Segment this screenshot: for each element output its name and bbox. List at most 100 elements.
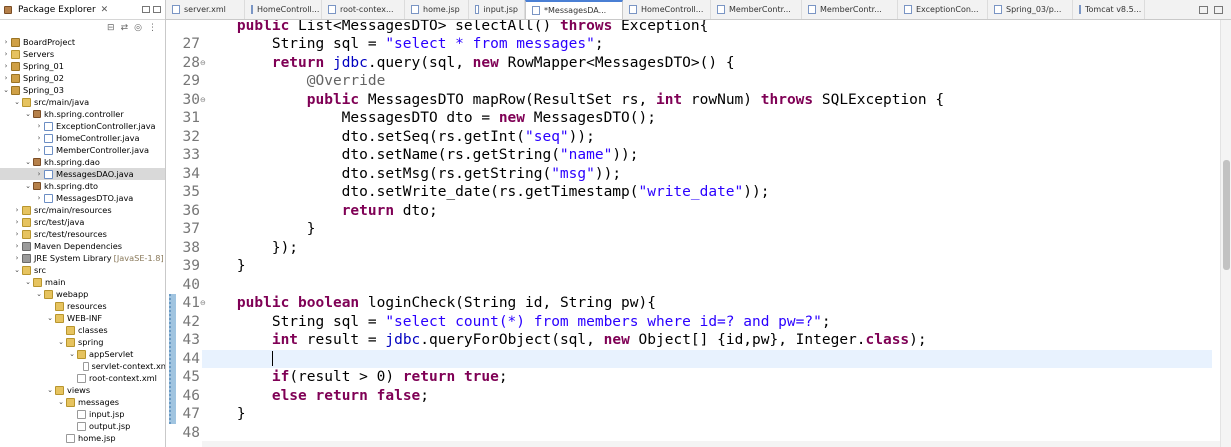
tree-item[interactable]: › BoardProject bbox=[0, 36, 165, 48]
tree-item[interactable]: › Spring_02 bbox=[0, 72, 165, 84]
expand-arrow-icon[interactable]: › bbox=[13, 228, 21, 240]
code-line[interactable]: } bbox=[202, 220, 316, 239]
expand-arrow-icon[interactable]: ⌄ bbox=[13, 264, 21, 276]
expand-arrow-icon[interactable]: › bbox=[2, 60, 10, 72]
expand-arrow-icon[interactable]: ⌄ bbox=[35, 288, 43, 300]
tree-item[interactable]: ⌄ Spring_03 bbox=[0, 84, 165, 96]
code-line[interactable]: public MessagesDTO mapRow(ResultSet rs, … bbox=[202, 91, 944, 110]
collapse-all-icon[interactable]: ⊟ bbox=[107, 23, 115, 33]
tree-item[interactable]: input.jsp bbox=[0, 408, 165, 420]
code-line[interactable]: if(result > 0) return true; bbox=[202, 368, 508, 387]
tree-item[interactable]: root-context.xml bbox=[0, 372, 165, 384]
code-area[interactable]: public List<MessagesDTO> selectAll() thr… bbox=[202, 20, 1212, 447]
minimize-icon[interactable] bbox=[142, 6, 150, 13]
tree-item[interactable]: ⌄ kh.spring.dto bbox=[0, 180, 165, 192]
code-line[interactable]: @Override bbox=[202, 72, 386, 91]
expand-arrow-icon[interactable]: › bbox=[35, 120, 43, 132]
tree-item[interactable]: › ExceptionController.java bbox=[0, 120, 165, 132]
tree-item[interactable]: ⌄ src bbox=[0, 264, 165, 276]
expand-arrow-icon[interactable]: › bbox=[35, 192, 43, 204]
horizontal-scrollbar[interactable] bbox=[202, 441, 1220, 447]
code-line[interactable]: public boolean loginCheck(String id, Str… bbox=[202, 294, 656, 313]
code-line[interactable]: String sql = "select * from messages"; bbox=[202, 35, 604, 54]
expand-arrow-icon[interactable]: ⌄ bbox=[24, 108, 32, 120]
expand-arrow-icon[interactable]: › bbox=[13, 204, 21, 216]
expand-arrow-icon[interactable]: ⌄ bbox=[24, 156, 32, 168]
expand-arrow-icon[interactable]: ⌄ bbox=[46, 312, 54, 324]
expand-arrow-icon[interactable]: › bbox=[2, 48, 10, 60]
code-line[interactable]: String sql = "select count(*) from membe… bbox=[202, 313, 831, 332]
code-line[interactable]: public List<MessagesDTO> selectAll() thr… bbox=[202, 20, 708, 35]
code-line[interactable]: MessagesDTO dto = new MessagesDTO(); bbox=[202, 109, 656, 128]
editor-tab[interactable]: MemberContr... bbox=[711, 0, 802, 19]
code-line[interactable]: }); bbox=[202, 239, 298, 258]
code-line[interactable]: } bbox=[202, 405, 246, 424]
editor-tab[interactable]: MemberContr... bbox=[802, 0, 898, 19]
tree-item[interactable]: ⌄ views bbox=[0, 384, 165, 396]
expand-arrow-icon[interactable]: › bbox=[13, 216, 21, 228]
expand-arrow-icon[interactable]: ⌄ bbox=[57, 396, 65, 408]
expand-arrow-icon[interactable]: › bbox=[35, 144, 43, 156]
tree-item[interactable]: › Maven Dependencies bbox=[0, 240, 165, 252]
tree-item[interactable]: › src/test/resources bbox=[0, 228, 165, 240]
expand-arrow-icon[interactable]: ⌄ bbox=[24, 276, 32, 288]
code-line[interactable]: dto.setMsg(rs.getString("msg")); bbox=[202, 165, 621, 184]
tree-item[interactable]: classes bbox=[0, 324, 165, 336]
tree-item[interactable]: › MemberController.java bbox=[0, 144, 165, 156]
expand-arrow-icon[interactable]: › bbox=[13, 252, 21, 264]
vertical-scrollbar[interactable] bbox=[1220, 20, 1231, 447]
code-line[interactable]: dto.setName(rs.getString("name")); bbox=[202, 146, 639, 165]
code-line[interactable]: dto.setSeq(rs.getInt("seq")); bbox=[202, 128, 595, 147]
expand-arrow-icon[interactable]: › bbox=[35, 132, 43, 144]
tree-item[interactable]: › src/main/resources bbox=[0, 204, 165, 216]
tree-item[interactable]: › Servers bbox=[0, 48, 165, 60]
tree-item[interactable]: ⌄ src/main/java bbox=[0, 96, 165, 108]
expand-arrow-icon[interactable]: › bbox=[2, 72, 10, 84]
editor-tab[interactable]: Tomcat v8.5... bbox=[1073, 0, 1145, 19]
tree-item[interactable]: ⌄ WEB-INF bbox=[0, 312, 165, 324]
tree-item[interactable]: ⌄ appServlet bbox=[0, 348, 165, 360]
tree-item[interactable]: home.jsp bbox=[0, 432, 165, 444]
scrollbar-thumb[interactable] bbox=[1223, 160, 1230, 270]
tree-item[interactable]: ⌄ webapp bbox=[0, 288, 165, 300]
link-editor-icon[interactable]: ⇄ bbox=[121, 23, 129, 33]
expand-arrow-icon[interactable]: ⌄ bbox=[13, 96, 21, 108]
code-line[interactable]: return jdbc.query(sql, new RowMapper<Mes… bbox=[202, 54, 735, 73]
code-line[interactable] bbox=[202, 349, 1212, 368]
editor-tab[interactable]: input.jsp bbox=[469, 0, 525, 19]
code-editor[interactable]: 27 28 29 30 31 32 33 34 35 36 37 38 39 40 41 42 43 44 45 46… bbox=[166, 20, 1231, 447]
tree-item[interactable]: › MessagesDAO.java bbox=[0, 168, 165, 180]
expand-arrow-icon[interactable]: ⌄ bbox=[24, 180, 32, 192]
expand-arrow-icon[interactable]: › bbox=[2, 36, 10, 48]
editor-tab[interactable]: server.xml bbox=[166, 0, 245, 19]
expand-arrow-icon[interactable]: ⌄ bbox=[57, 336, 65, 348]
expand-arrow-icon[interactable]: ⌄ bbox=[46, 384, 54, 396]
tree-item[interactable]: ⌄ kh.spring.dao bbox=[0, 156, 165, 168]
code-line[interactable]: } bbox=[202, 257, 246, 276]
tree-item[interactable]: › JRE System Library [JavaSE-1.8] bbox=[0, 252, 165, 264]
tree-item[interactable]: › HomeController.java bbox=[0, 132, 165, 144]
tree-item[interactable]: output.jsp bbox=[0, 420, 165, 432]
tree-item[interactable]: › Spring_01 bbox=[0, 60, 165, 72]
expand-arrow-icon[interactable]: › bbox=[35, 168, 43, 180]
view-menu-icon[interactable]: ⋮ bbox=[148, 23, 157, 33]
editor-tab[interactable]: home.jsp bbox=[405, 0, 469, 19]
tree-item[interactable]: › src/test/java bbox=[0, 216, 165, 228]
tree-item[interactable]: ⌄ spring bbox=[0, 336, 165, 348]
close-icon[interactable]: ✕ bbox=[101, 5, 109, 15]
code-line[interactable]: return dto; bbox=[202, 202, 438, 221]
tree-item[interactable]: ⌄ main bbox=[0, 276, 165, 288]
code-line[interactable]: else return false; bbox=[202, 387, 429, 406]
editor-tab[interactable]: HomeControll... bbox=[623, 0, 711, 19]
tree-item[interactable]: ⌄ kh.spring.controller bbox=[0, 108, 165, 120]
editor-tab[interactable]: *MessagesDA... bbox=[525, 0, 623, 19]
minimize-icon[interactable] bbox=[1199, 5, 1208, 14]
maximize-icon[interactable] bbox=[153, 6, 161, 13]
tree-item[interactable]: › MessagesDTO.java bbox=[0, 192, 165, 204]
tree-item[interactable]: servlet-context.xn bbox=[0, 360, 165, 372]
editor-tab[interactable]: root-contex... bbox=[322, 0, 405, 19]
expand-arrow-icon[interactable]: ⌄ bbox=[2, 84, 10, 96]
tree-item[interactable]: resources bbox=[0, 300, 165, 312]
maximize-icon[interactable] bbox=[1214, 5, 1223, 14]
focus-icon[interactable]: ◎ bbox=[134, 23, 142, 33]
